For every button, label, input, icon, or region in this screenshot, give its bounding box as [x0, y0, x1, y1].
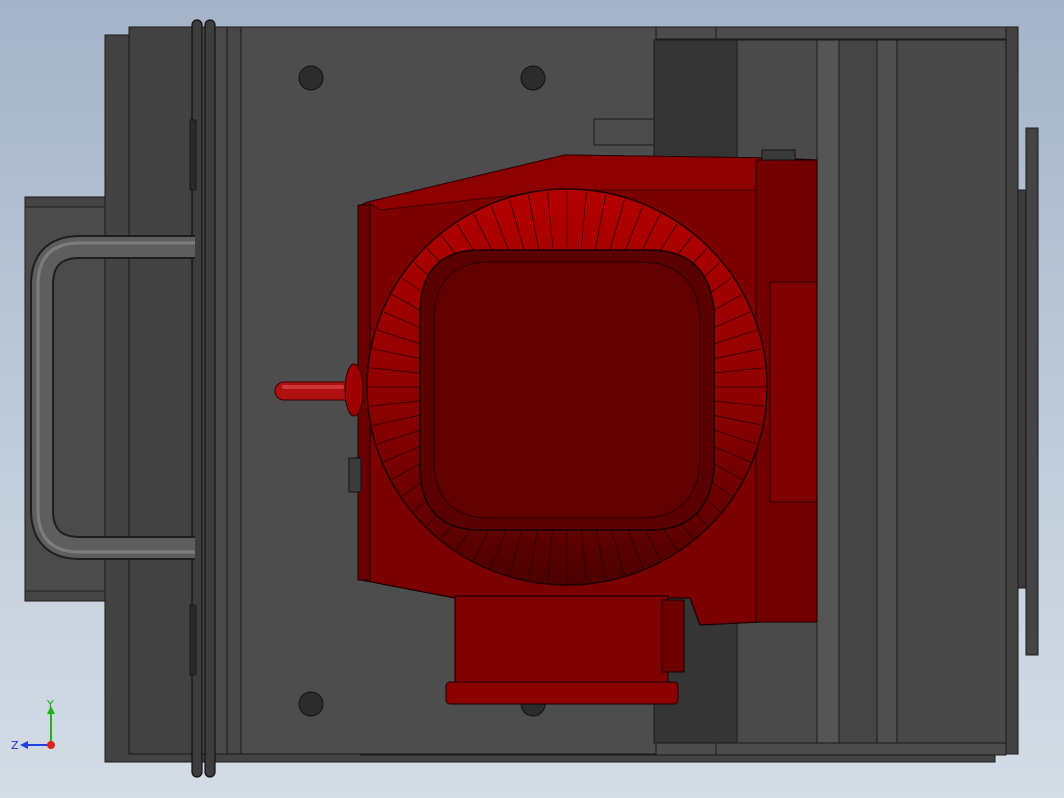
triad-x-origin: [47, 741, 55, 749]
triad-z-label: Z: [11, 739, 19, 752]
bottom-rail-right: [715, 742, 1007, 756]
guide-clip-bottom: [189, 604, 197, 676]
terminal-box-lid: [445, 681, 679, 705]
triad-y-label: Y: [46, 698, 54, 711]
inner-face: [433, 261, 701, 519]
end-block-panel: [769, 281, 818, 503]
triad-z-arrow: [20, 741, 28, 749]
shaft-collar: [344, 363, 364, 417]
right-panel-c: [896, 39, 1008, 744]
terminal-nub: [761, 149, 796, 161]
flange-block: [348, 457, 362, 493]
sensor-plate: [593, 118, 655, 146]
guide-clip-top: [189, 119, 197, 191]
right-bracket-outer: [1025, 127, 1039, 656]
shaft-pin-shine: [282, 385, 344, 389]
guide-rod-right: [204, 19, 216, 778]
left-side-panel: [128, 26, 196, 755]
terminal-box-side: [661, 599, 685, 673]
mount-hole-top-right: [520, 65, 546, 91]
cad-viewport[interactable]: Y Z: [0, 0, 1064, 798]
mount-hole-top-left: [298, 65, 324, 91]
right-panel-b: [838, 39, 878, 744]
shaft-pin[interactable]: [274, 381, 356, 401]
right-end-cap: [1005, 26, 1019, 755]
right-rail-a: [816, 39, 840, 744]
orientation-triad: Y Z: [11, 698, 55, 752]
top-rail-right: [715, 26, 1007, 40]
base-plate-edge: [226, 26, 242, 755]
right-rail-b: [876, 39, 898, 744]
mount-hole-bottom-left: [298, 691, 324, 717]
terminal-box: [454, 595, 669, 685]
